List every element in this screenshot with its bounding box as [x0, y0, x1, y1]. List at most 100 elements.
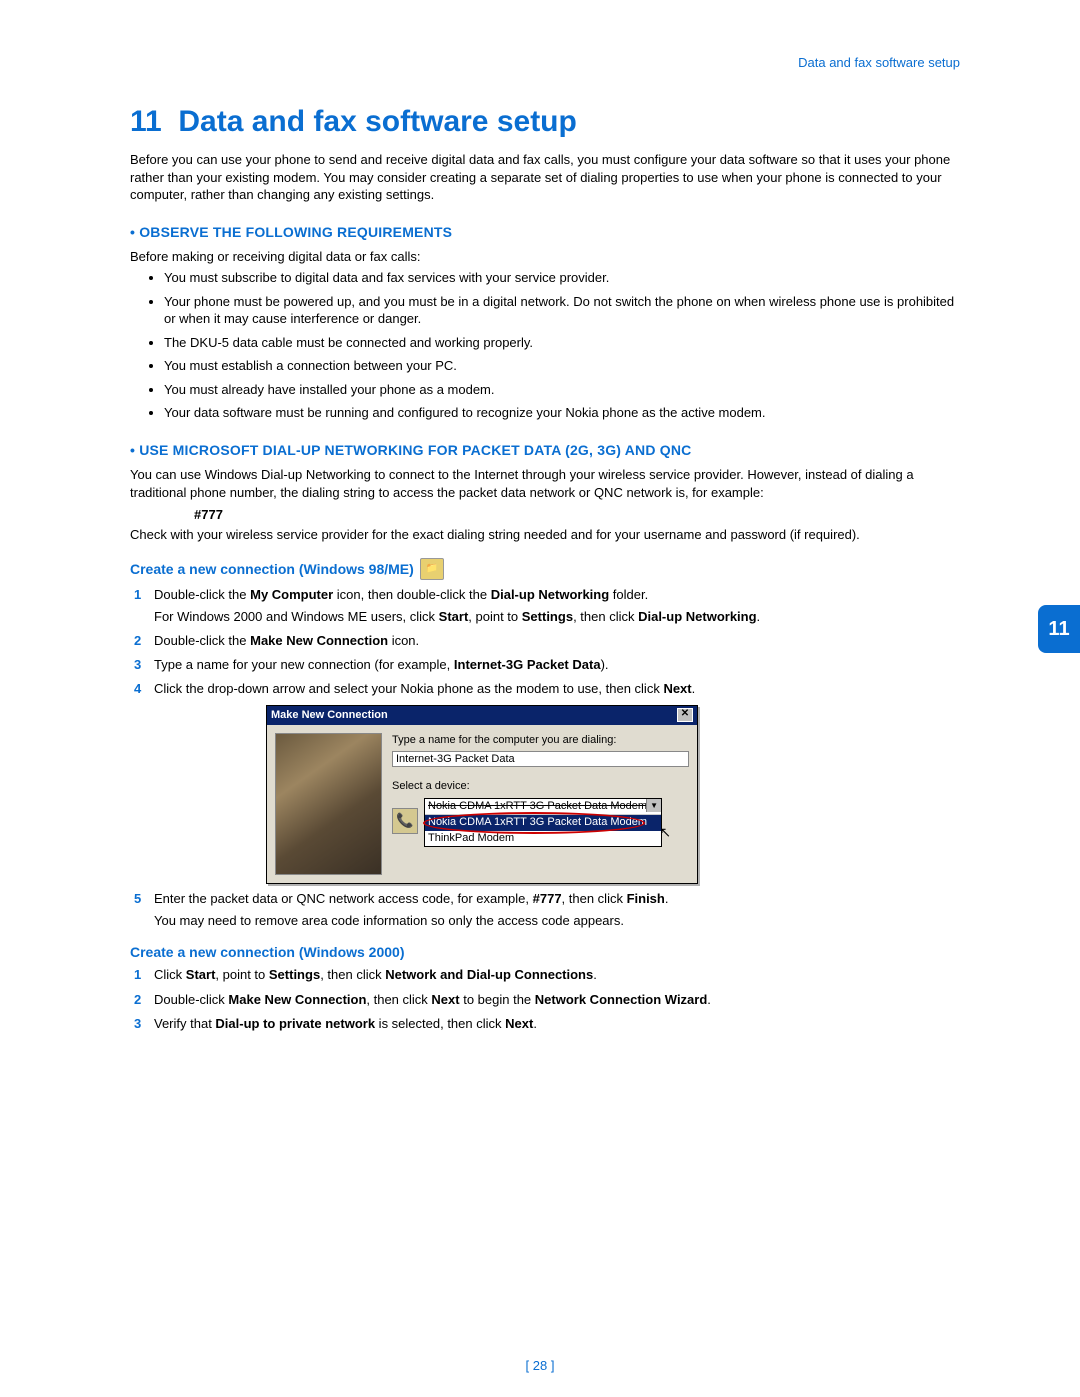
t: Double-click	[154, 992, 228, 1007]
t: For Windows 2000 and Windows ME users, c…	[154, 609, 439, 624]
dialog-form: Type a name for the computer you are dia…	[392, 733, 689, 875]
t: Nokia CDMA 1xRTT 3G Packet Data Modem	[428, 800, 647, 812]
t: .	[665, 891, 669, 906]
step-5: Enter the packet data or QNC network acc…	[130, 890, 960, 930]
list-item: You must establish a connection between …	[164, 357, 960, 375]
t: , then click	[366, 992, 431, 1007]
t: Type a name for your new connection (for…	[154, 657, 454, 672]
dropdown-option-highlighted[interactable]: Nokia CDMA 1xRTT 3G Packet Data Modem ↖	[425, 815, 661, 830]
section-dialup-heading: • USE MICROSOFT DIAL-UP NETWORKING FOR P…	[130, 442, 960, 458]
section-win98-heading: Create a new connection (Windows 98/ME) …	[130, 558, 960, 580]
t: Network Connection Wizard	[535, 992, 708, 1007]
step-3: Verify that Dial-up to private network i…	[130, 1015, 960, 1033]
folder-icon: 📁	[420, 558, 444, 580]
step-1: Click Start, point to Settings, then cli…	[130, 966, 960, 984]
close-icon[interactable]: ✕	[677, 708, 693, 722]
t: Dial-up Networking	[638, 609, 756, 624]
dialog-title-text: Make New Connection	[271, 708, 388, 723]
win2000-steps: Click Start, point to Settings, then cli…	[130, 966, 960, 1033]
make-new-connection-dialog: Make New Connection ✕ Type a name for th…	[266, 705, 698, 884]
t: Next	[505, 1016, 533, 1031]
t: .	[593, 967, 597, 982]
t: .	[707, 992, 711, 1007]
dialog-sidebar-image	[275, 733, 382, 875]
t: Settings	[522, 609, 573, 624]
t: ).	[601, 657, 609, 672]
name-label: Type a name for the computer you are dia…	[392, 733, 689, 748]
t: is selected, then click	[375, 1016, 505, 1031]
connection-name-input[interactable]	[392, 751, 689, 767]
t: Start	[186, 967, 216, 982]
t: Internet-3G Packet Data	[454, 657, 601, 672]
intro-paragraph: Before you can use your phone to send an…	[130, 151, 960, 204]
step-1-sub: For Windows 2000 and Windows ME users, c…	[154, 608, 960, 626]
t: Double-click the	[154, 633, 250, 648]
dialup-para1: You can use Windows Dial-up Networking t…	[130, 466, 960, 501]
t: .	[757, 609, 761, 624]
chapter-name: Data and fax software setup	[178, 105, 576, 138]
t: Click	[154, 967, 186, 982]
win2000-heading-text: Create a new connection (Windows 2000)	[130, 944, 405, 960]
t: Nokia CDMA 1xRTT 3G Packet Data Modem	[428, 816, 647, 828]
page-number: [ 28 ]	[0, 1358, 1080, 1373]
dial-code: #777	[194, 507, 960, 522]
t: folder.	[609, 587, 648, 602]
t: Next	[431, 992, 459, 1007]
t: Dial-up to private network	[215, 1016, 375, 1031]
section-observe-heading: • OBSERVE THE FOLLOWING REQUIREMENTS	[130, 224, 960, 240]
t: Dial-up Networking	[491, 587, 609, 602]
t: My Computer	[250, 587, 333, 602]
t: Enter the packet data or QNC network acc…	[154, 891, 533, 906]
modem-icon: 📞	[392, 808, 418, 834]
cursor-icon: ↖	[659, 823, 671, 843]
dropdown-selected: Nokia CDMA 1xRTT 3G Packet Data Modem ▼	[425, 799, 661, 815]
chapter-title: 11 Data and fax software setup	[130, 105, 960, 139]
t: , point to	[468, 609, 521, 624]
t: .	[533, 1016, 537, 1031]
step-2: Double-click Make New Connection, then c…	[130, 991, 960, 1009]
device-label: Select a device:	[392, 779, 689, 794]
t: , point to	[215, 967, 268, 982]
dialog-body: Type a name for the computer you are dia…	[267, 725, 697, 883]
t: Verify that	[154, 1016, 215, 1031]
t: to begin the	[460, 992, 535, 1007]
chapter-number: 11	[130, 105, 162, 138]
step-5-sub: You may need to remove area code informa…	[154, 912, 960, 930]
observe-lead: Before making or receiving digital data …	[130, 248, 960, 266]
step-2: Double-click the Make New Connection ico…	[130, 632, 960, 650]
t: Network and Dial-up Connections	[385, 967, 593, 982]
list-item: Your phone must be powered up, and you m…	[164, 293, 960, 328]
dropdown-option[interactable]: ThinkPad Modem	[425, 831, 661, 846]
list-item: Your data software must be running and c…	[164, 404, 960, 422]
list-item: You must subscribe to digital data and f…	[164, 269, 960, 287]
step-4: Click the drop-down arrow and select you…	[130, 680, 960, 884]
t: , then click	[320, 967, 385, 982]
dialog-screenshot: Make New Connection ✕ Type a name for th…	[266, 705, 960, 884]
section-win2000-heading: Create a new connection (Windows 2000)	[130, 944, 960, 960]
t: Settings	[269, 967, 320, 982]
header-link: Data and fax software setup	[798, 55, 960, 70]
dialup-para2: Check with your wireless service provide…	[130, 526, 960, 544]
t: Make New Connection	[250, 633, 388, 648]
t: , then click	[573, 609, 638, 624]
step-1: Double-click the My Computer icon, then …	[130, 586, 960, 626]
page-content: Data and fax software setup 11 Data and …	[0, 0, 1080, 1083]
list-item: You must already have installed your pho…	[164, 381, 960, 399]
t: icon, then double-click the	[333, 587, 491, 602]
t: Next	[663, 681, 691, 696]
dialog-titlebar: Make New Connection ✕	[267, 706, 697, 725]
t: Double-click the	[154, 587, 250, 602]
t: Start	[439, 609, 469, 624]
observe-list: You must subscribe to digital data and f…	[130, 269, 960, 422]
chevron-down-icon[interactable]: ▼	[646, 799, 661, 812]
device-dropdown[interactable]: Nokia CDMA 1xRTT 3G Packet Data Modem ▼ …	[424, 798, 662, 847]
t: #777	[533, 891, 562, 906]
t: Finish	[627, 891, 665, 906]
t: Make New Connection	[228, 992, 366, 1007]
win98-steps: Double-click the My Computer icon, then …	[130, 586, 960, 931]
list-item: The DKU-5 data cable must be connected a…	[164, 334, 960, 352]
t: .	[692, 681, 696, 696]
t: icon.	[388, 633, 419, 648]
device-row: 📞 Nokia CDMA 1xRTT 3G Packet Data Modem …	[392, 798, 689, 847]
t: Click the drop-down arrow and select you…	[154, 681, 663, 696]
